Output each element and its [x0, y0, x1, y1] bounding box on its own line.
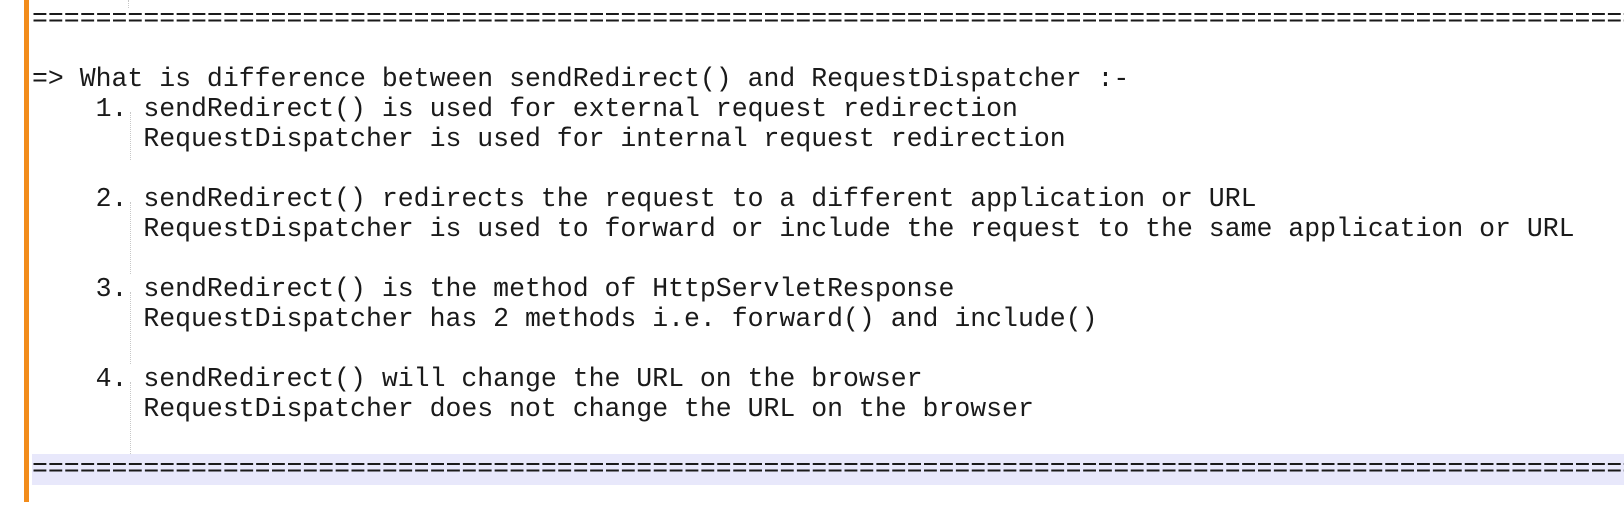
- code-line: RequestDispatcher has 2 methods i.e. for…: [32, 304, 1098, 334]
- code-line: 4. sendRedirect() will change the URL on…: [32, 364, 923, 394]
- code-line: 2. sendRedirect() redirects the request …: [32, 184, 1257, 214]
- code-line: 3. sendRedirect() is the method of HttpS…: [32, 274, 955, 304]
- change-history-bar: [24, 0, 29, 502]
- code-line: RequestDispatcher is used to forward or …: [32, 214, 1575, 244]
- code-line: RequestDispatcher is used for internal r…: [32, 124, 1066, 154]
- separator-line-bottom: ========================================…: [32, 454, 1624, 485]
- heading-line: => What is difference between sendRedire…: [32, 64, 1130, 94]
- editor-gutter: [0, 0, 24, 532]
- editor-text-area[interactable]: ========================================…: [32, 0, 1624, 532]
- code-line: RequestDispatcher does not change the UR…: [32, 394, 1034, 424]
- code-line: 1. sendRedirect() is used for external r…: [32, 94, 1018, 124]
- text-editor[interactable]: ========================================…: [0, 0, 1624, 532]
- separator-line-top: ========================================…: [32, 4, 1624, 34]
